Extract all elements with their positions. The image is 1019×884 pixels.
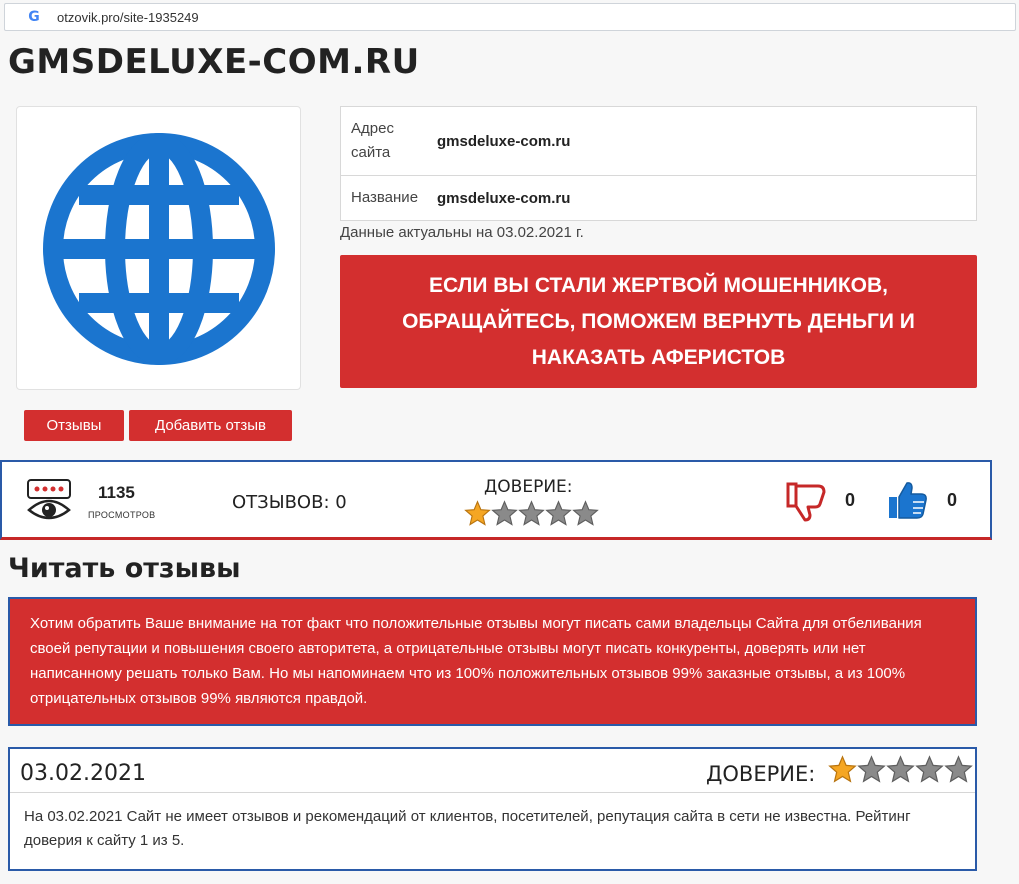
star-empty-icon [518,500,545,526]
views-label: ПРОСМОТРОВ [88,510,156,520]
page-title: GMSDELUXE-COM.RU [8,42,420,82]
add-review-button[interactable]: Добавить отзыв [129,410,292,441]
star-empty-icon [944,755,973,783]
star-filled-icon [828,755,857,783]
help-banner[interactable]: ЕСЛИ ВЫ СТАЛИ ЖЕРТВОЙ МОШЕННИКОВ, ОБРАЩА… [340,255,977,388]
reviews-count: ОТЗЫВОВ: 0 [232,492,347,513]
dislike-count: 0 [845,490,856,510]
star-empty-icon [886,755,915,783]
star-empty-icon [915,755,944,783]
globe-icon [43,133,275,365]
thumbs-up-icon[interactable] [886,480,930,525]
views-eye-icon [26,478,72,529]
site-logo-box [16,106,301,390]
info-row-name: Название gmsdeluxe-com.ru [341,176,976,220]
review-rating-stars [828,755,973,784]
star-empty-icon [572,500,599,526]
star-filled-icon [464,500,491,526]
review-card: 03.02.2021 ДОВЕРИЕ: На 03.02.2021 Сайт н… [8,747,977,871]
info-value-address: gmsdeluxe-com.ru [437,132,571,150]
views-count: 1135 [98,483,135,502]
info-label-name: Название [351,189,419,206]
info-row-address: Адрес сайта gmsdeluxe-com.ru [341,107,976,176]
info-label-address: Адрес сайта [351,120,394,161]
banner-line: ОБРАЩАЙТЕСЬ, ПОМОЖЕМ ВЕРНУТЬ ДЕНЬГИ И [402,309,915,333]
stats-bar: 1135 ПРОСМОТРОВ ОТЗЫВОВ: 0 ДОВЕРИЕ: 0 0 [0,460,992,540]
trust-label: ДОВЕРИЕ: [484,477,573,497]
review-trust-label: ДОВЕРИЕ: [706,762,816,786]
info-value-name: gmsdeluxe-com.ru [437,189,571,207]
star-empty-icon [491,500,518,526]
address-bar[interactable]: G otzovik.pro/site-1935249 [4,3,1016,31]
review-text: На 03.02.2021 Сайт не имеет отзывов и ре… [24,808,911,849]
review-header: 03.02.2021 ДОВЕРИЕ: [10,749,975,793]
banner-line: НАКАЗАТЬ АФЕРИСТОВ [531,345,786,369]
thumbs-down-icon[interactable] [784,482,828,527]
section-title-read-reviews: Читать отзывы [8,553,241,584]
google-icon: G [28,9,40,25]
trust-rating-stars [464,500,599,527]
data-actual-date: Данные актуальны на 03.02.2021 г. [340,224,584,241]
reviews-button[interactable]: Отзывы [24,410,124,441]
star-empty-icon [545,500,572,526]
review-date: 03.02.2021 [20,761,146,786]
star-empty-icon [857,755,886,783]
url-text[interactable]: otzovik.pro/site-1935249 [57,10,199,25]
site-info-table: Адрес сайта gmsdeluxe-com.ru Название gm… [340,106,977,221]
reviews-notice: Хотим обратить Ваше внимание на тот факт… [8,597,977,726]
banner-line: ЕСЛИ ВЫ СТАЛИ ЖЕРТВОЙ МОШЕННИКОВ, [428,273,889,297]
like-count: 0 [947,490,958,510]
